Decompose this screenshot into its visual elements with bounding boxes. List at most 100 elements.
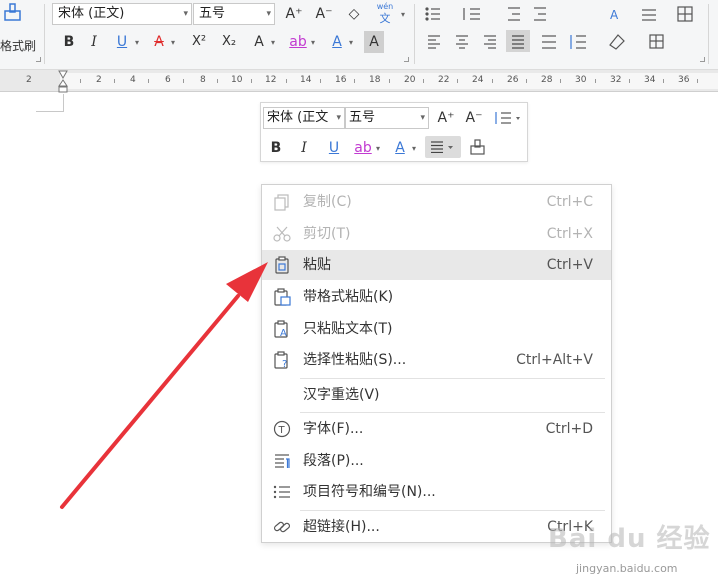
menu-item-font[interactable]: T 字体(F)... Ctrl+D <box>262 414 611 444</box>
align-center-icon <box>456 35 468 49</box>
bold-button[interactable]: B <box>60 31 78 53</box>
menu-item-bullets-numbering[interactable]: 项目符号和编号(N)... <box>262 477 611 507</box>
distributed-icon <box>542 35 556 49</box>
menu-item-paragraph[interactable]: 段落(P)... <box>262 446 611 476</box>
underline-button[interactable]: U <box>112 31 132 53</box>
table-border-icon <box>677 6 693 22</box>
menu-item-label: 剪切(T) <box>303 226 351 242</box>
paragraph-group-launcher[interactable] <box>700 57 705 62</box>
menu-item-shortcut: Ctrl+D <box>545 421 593 437</box>
font-group-launcher[interactable] <box>404 57 409 62</box>
ruler-tick <box>423 79 424 83</box>
ruler-tick <box>526 79 527 83</box>
mini-align-button[interactable] <box>425 136 461 158</box>
ruler-label: 28 <box>541 75 553 85</box>
increase-indent-icon <box>534 7 546 21</box>
chevron-down-icon[interactable]: ▾ <box>171 38 175 47</box>
chevron-down-icon[interactable]: ▾ <box>412 144 416 153</box>
ruler-label: 34 <box>644 75 656 85</box>
bullets-icon <box>425 7 440 21</box>
clipboard-group-launcher[interactable] <box>36 57 41 62</box>
chevron-down-icon: ▾ <box>266 9 271 19</box>
menu-item-paste-special[interactable]: ? 选择性粘贴(S)... Ctrl+Alt+V <box>262 345 611 375</box>
chevron-down-icon[interactable]: ▾ <box>376 144 380 153</box>
watermark-brand: Bai du 经验 <box>548 524 711 554</box>
group-divider <box>708 4 709 64</box>
mini-grow-font-button[interactable]: A⁺ <box>435 107 457 129</box>
decrease-indent-icon <box>508 7 520 21</box>
menu-item-paste-text-only[interactable]: A 只粘贴文本(T) <box>262 314 611 344</box>
font-color-button[interactable]: A <box>328 31 346 53</box>
menu-item-shortcut: Ctrl+C <box>546 194 593 210</box>
menu-item-paste-keep-format[interactable]: 带格式粘贴(K) <box>262 282 611 312</box>
menu-separator <box>300 412 605 413</box>
menu-item-label: 只粘贴文本(T) <box>303 321 393 337</box>
mini-font-size-select[interactable]: 五号 ▾ <box>345 107 429 129</box>
mini-bold-button[interactable]: B <box>267 137 285 159</box>
grow-font-button[interactable]: A⁺ <box>283 3 305 25</box>
menu-item-label: 段落(P)... <box>303 453 364 469</box>
paragraph-icon <box>275 454 290 468</box>
mini-underline-button[interactable]: U <box>325 137 343 159</box>
svg-text:T: T <box>278 425 286 436</box>
ruler-tick <box>663 79 664 83</box>
ruler-label: 12 <box>265 75 277 85</box>
menu-item-hanzi-reselect[interactable]: 汉字重选(V) <box>262 380 611 410</box>
font-size-value: 五号 <box>199 6 226 21</box>
chevron-down-icon[interactable]: ▾ <box>349 38 353 47</box>
chevron-down-icon[interactable]: ▾ <box>271 38 275 47</box>
ruler-label: 16 <box>335 75 347 85</box>
ruler-label: 4 <box>130 75 136 85</box>
menu-item-shortcut: Ctrl+Alt+V <box>516 352 593 368</box>
ruler-tick <box>354 79 355 83</box>
align-left-icon <box>428 35 440 49</box>
menu-item-shortcut: Ctrl+X <box>546 226 593 242</box>
link-icon <box>273 521 291 533</box>
baidu-watermark: Bai du 经验 jingyan.baidu.com <box>548 510 716 585</box>
borders-icon <box>649 34 664 49</box>
ruler-tick <box>148 79 149 83</box>
svg-text:?: ? <box>282 359 287 369</box>
menu-item-cut[interactable]: 剪切(T) Ctrl+X <box>262 219 611 249</box>
clear-format-button[interactable]: ◇ <box>343 3 365 25</box>
highlight-button[interactable]: ab <box>288 31 308 53</box>
menu-item-paste[interactable]: 粘贴 Ctrl+V <box>262 250 611 280</box>
chevron-down-icon[interactable]: ▾ <box>135 38 139 47</box>
phonetic-guide-button[interactable]: wén 文 <box>372 1 398 25</box>
chevron-down-icon[interactable]: ▾ <box>401 10 405 19</box>
ruler-label: 2 <box>26 75 32 85</box>
ruler-tick <box>286 79 287 83</box>
horizontal-ruler[interactable]: 2 2 4 6 8 10 12 14 16 18 20 22 24 26 28 … <box>0 70 718 92</box>
font-name-select[interactable]: 宋体 (正文) ▾ <box>52 3 192 25</box>
svg-text:A: A <box>610 8 619 22</box>
mini-highlight-button[interactable]: ab <box>353 137 373 159</box>
menu-item-label: 汉字重选(V) <box>303 387 380 403</box>
mini-font-name-select[interactable]: 宋体 (正文 ▾ <box>263 107 345 129</box>
mini-line-spacing-icon[interactable] <box>493 110 523 126</box>
menu-item-copy[interactable]: 复制(C) Ctrl+C <box>262 187 611 217</box>
superscript-button[interactable]: X² <box>187 31 211 53</box>
paste-icon <box>275 256 289 274</box>
group-divider <box>414 4 415 64</box>
italic-button[interactable]: I <box>85 31 103 53</box>
line-spacing-icon <box>570 35 586 49</box>
paste-special-icon: ? <box>274 351 288 369</box>
shrink-font-button[interactable]: A⁻ <box>313 3 335 25</box>
format-painter-icon[interactable] <box>469 139 487 157</box>
mini-font-color-button[interactable]: A <box>391 137 409 159</box>
format-painter-label[interactable]: 格式刷 <box>0 37 36 54</box>
subscript-button[interactable]: X₂ <box>217 31 241 53</box>
char-shading-button[interactable]: A <box>364 31 384 53</box>
menu-item-label: 选择性粘贴(S)... <box>303 352 407 368</box>
chevron-down-icon[interactable]: ▾ <box>311 38 315 47</box>
text-effect-button[interactable]: A <box>250 31 268 53</box>
ruler-tick <box>320 79 321 83</box>
ruler-label: 32 <box>610 75 622 85</box>
chevron-down-icon: ▾ <box>336 113 341 123</box>
mini-italic-button[interactable]: I <box>295 137 313 159</box>
mini-shrink-font-button[interactable]: A⁻ <box>463 107 485 129</box>
strikethrough-button[interactable]: A <box>150 31 168 53</box>
format-painter-icon[interactable] <box>2 2 24 24</box>
indent-marker-icon[interactable] <box>58 70 68 94</box>
font-size-select[interactable]: 五号 ▾ <box>193 3 275 25</box>
